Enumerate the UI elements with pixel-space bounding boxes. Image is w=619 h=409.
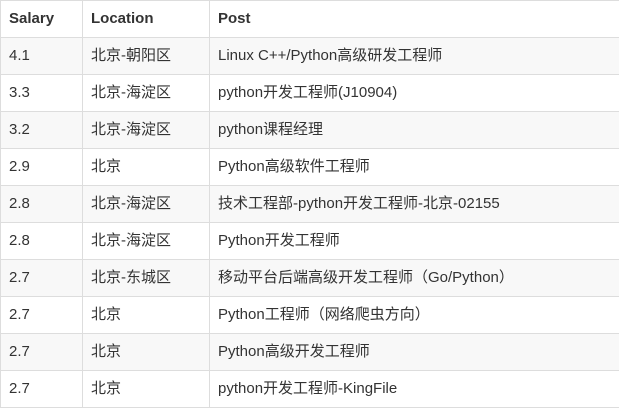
salary-cell: 2.8 [0, 185, 83, 223]
location-cell: 北京 [82, 148, 210, 186]
location-cell: 北京 [82, 296, 210, 334]
location-cell: 北京-海淀区 [82, 111, 210, 149]
header-post: Post [209, 0, 619, 38]
location-cell: 北京 [82, 333, 210, 371]
post-cell: Linux C++/Python高级研发工程师 [209, 37, 619, 75]
table-row: 2.7 北京-东城区 移动平台后端高级开发工程师（Go/Python） [0, 259, 619, 297]
location-cell: 北京-东城区 [82, 259, 210, 297]
post-cell: Python高级开发工程师 [209, 333, 619, 371]
salary-cell: 4.1 [0, 37, 83, 75]
location-cell: 北京-海淀区 [82, 222, 210, 260]
table-row: 4.1 北京-朝阳区 Linux C++/Python高级研发工程师 [0, 37, 619, 75]
post-cell: 移动平台后端高级开发工程师（Go/Python） [209, 259, 619, 297]
location-cell: 北京-海淀区 [82, 74, 210, 112]
table-row: 2.7 北京 Python高级开发工程师 [0, 333, 619, 371]
salary-cell: 2.7 [0, 259, 83, 297]
salary-cell: 2.9 [0, 148, 83, 186]
salary-cell: 2.7 [0, 370, 83, 408]
header-salary: Salary [0, 0, 83, 38]
location-cell: 北京-海淀区 [82, 185, 210, 223]
salary-cell: 3.3 [0, 74, 83, 112]
post-cell: python开发工程师(J10904) [209, 74, 619, 112]
location-cell: 北京-朝阳区 [82, 37, 210, 75]
table-row: 2.8 北京-海淀区 技术工程部-python开发工程师-北京-02155 [0, 185, 619, 223]
post-cell: 技术工程部-python开发工程师-北京-02155 [209, 185, 619, 223]
job-table: Salary Location Post 4.1 北京-朝阳区 Linux C+… [0, 0, 619, 408]
post-cell: python课程经理 [209, 111, 619, 149]
salary-cell: 2.7 [0, 296, 83, 334]
location-cell: 北京 [82, 370, 210, 408]
table-row: 3.2 北京-海淀区 python课程经理 [0, 111, 619, 149]
table-row: 2.7 北京 Python工程师（网络爬虫方向） [0, 296, 619, 334]
post-cell: Python开发工程师 [209, 222, 619, 260]
salary-cell: 2.8 [0, 222, 83, 260]
post-cell: Python高级软件工程师 [209, 148, 619, 186]
table-row: 2.8 北京-海淀区 Python开发工程师 [0, 222, 619, 260]
table-row: 3.3 北京-海淀区 python开发工程师(J10904) [0, 74, 619, 112]
header-location: Location [82, 0, 210, 38]
salary-cell: 3.2 [0, 111, 83, 149]
table-header-row: Salary Location Post [0, 0, 619, 38]
salary-cell: 2.7 [0, 333, 83, 371]
table-row: 2.7 北京 python开发工程师-KingFile [0, 370, 619, 408]
post-cell: python开发工程师-KingFile [209, 370, 619, 408]
table-row: 2.9 北京 Python高级软件工程师 [0, 148, 619, 186]
post-cell: Python工程师（网络爬虫方向） [209, 296, 619, 334]
